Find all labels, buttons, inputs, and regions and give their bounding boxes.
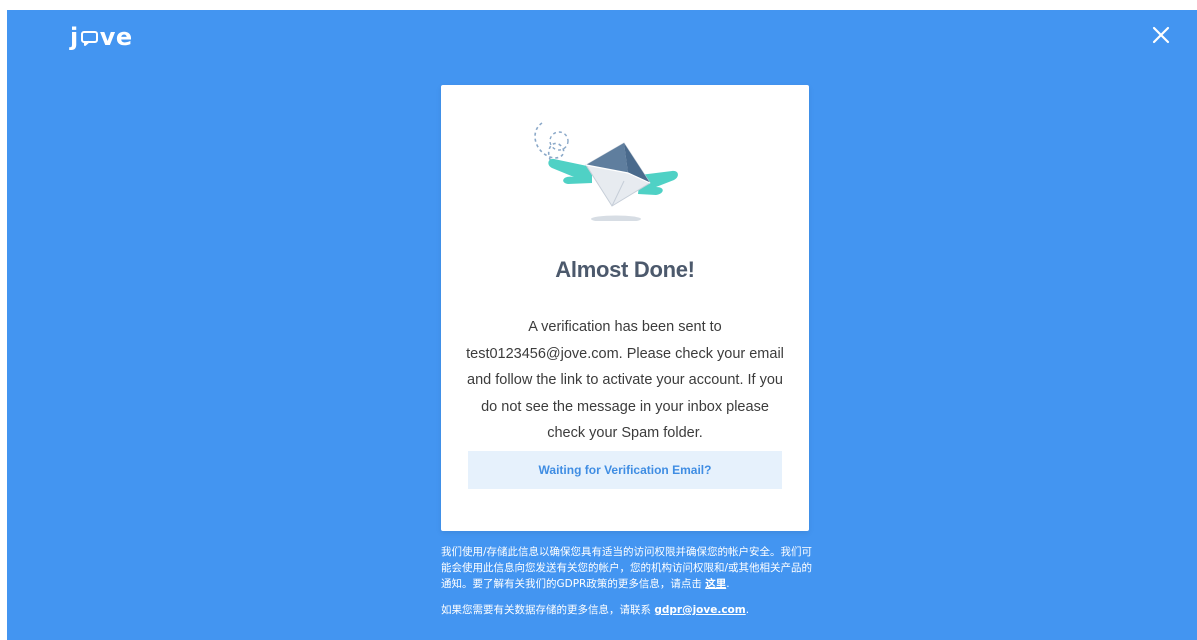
gdpr-paragraph: 我们使用/存储此信息以确保您具有适当的访问权限并确保您的帐户安全。我们可能会使用…	[441, 544, 813, 592]
contact-text: 如果您需要有关数据存储的更多信息，请联系	[441, 604, 651, 616]
logo-letter-j: j	[70, 23, 79, 51]
gdpr-here-link[interactable]: 这里	[705, 578, 726, 590]
verification-card: Almost Done! A verification has been sen…	[441, 85, 809, 531]
gdpr-contact-paragraph: 如果您需要有关数据存储的更多信息，请联系 gdpr@jove.com.	[441, 602, 813, 618]
jove-logo: j ve	[70, 22, 133, 52]
contact-text-end: .	[745, 604, 750, 616]
waiting-verification-button[interactable]: Waiting for Verification Email?	[468, 451, 782, 489]
verification-message: A verification has been sent to test0123…	[466, 319, 784, 441]
gdpr-notice: 我们使用/存储此信息以确保您具有适当的访问权限并确保您的帐户安全。我们可能会使用…	[441, 544, 813, 618]
close-icon[interactable]	[1150, 24, 1172, 46]
page-title: Almost Done!	[555, 257, 695, 282]
signup-overlay: j ve Almost Done! A verification has bee…	[7, 10, 1197, 640]
gdpr-text: 我们使用/存储此信息以确保您具有适当的访问权限并确保您的帐户安全。我们可能会使用…	[441, 546, 813, 590]
flying-envelope-icon	[534, 122, 678, 221]
speech-bubble-icon	[80, 31, 98, 46]
gdpr-email-link[interactable]: gdpr@jove.com	[654, 604, 745, 616]
logo-letters-ve: ve	[99, 23, 133, 51]
gdpr-text-end: .	[726, 578, 730, 590]
